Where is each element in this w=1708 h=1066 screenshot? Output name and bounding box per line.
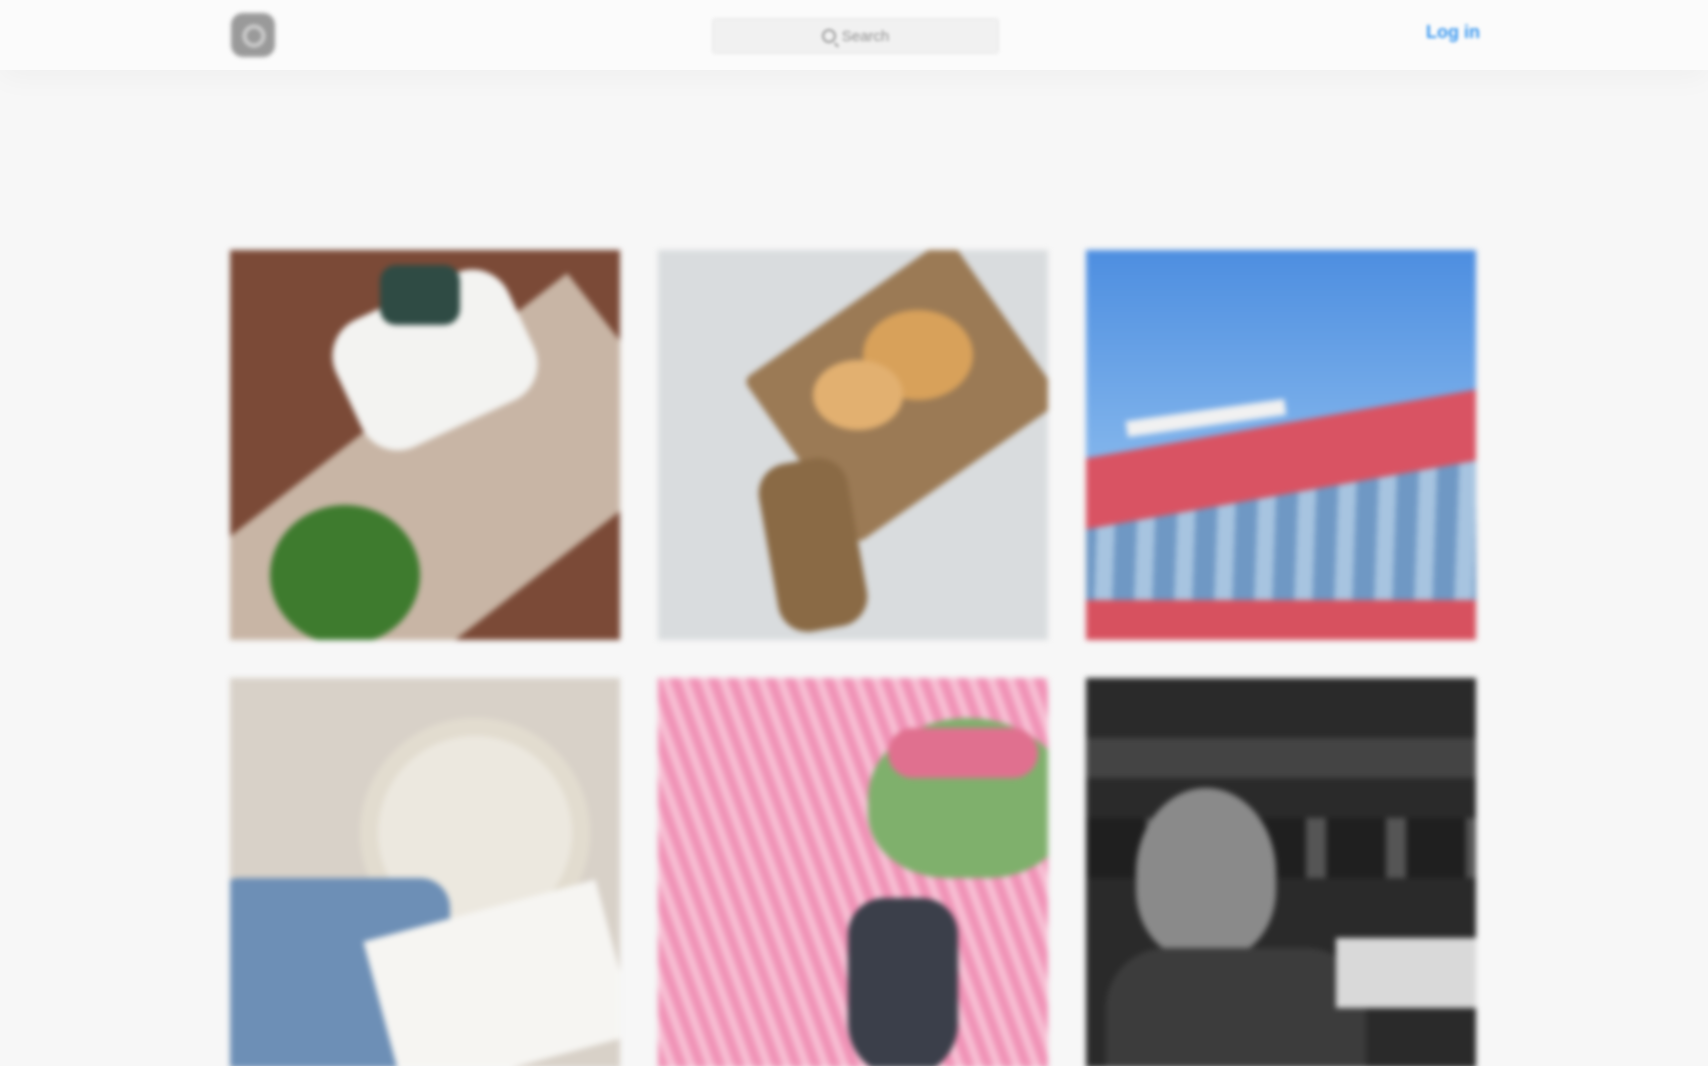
top-navigation-bar: Search Log in xyxy=(0,0,1708,70)
photo-grid xyxy=(230,250,1477,1066)
photo-tile-building-sky[interactable] xyxy=(1086,250,1476,640)
tile-shape xyxy=(1086,738,1476,778)
tile-shape xyxy=(380,265,460,325)
tile-shape xyxy=(270,505,420,640)
photo-tile-legs-plant[interactable] xyxy=(230,250,620,640)
page: Search Log in xyxy=(0,0,1708,1066)
photo-tile-croissants-board[interactable] xyxy=(658,250,1048,640)
login-link[interactable]: Log in xyxy=(1400,22,1480,43)
tile-shape xyxy=(848,898,958,1066)
tile-shape xyxy=(1086,600,1476,640)
search-icon xyxy=(821,29,836,43)
camera-logo-icon[interactable] xyxy=(231,13,275,57)
tile-shape xyxy=(888,728,1038,778)
tile-shape xyxy=(1136,788,1276,958)
photo-tile-pink-dress-tulips[interactable] xyxy=(658,678,1048,1066)
photo-tile-rattan-bag[interactable] xyxy=(230,678,620,1066)
photo-tile-bw-cinema[interactable] xyxy=(1086,678,1476,1066)
tile-shape xyxy=(813,360,903,430)
tile-shape xyxy=(1336,938,1476,1008)
tile-shape xyxy=(1106,948,1366,1066)
search-placeholder: Search xyxy=(841,27,890,45)
search-input[interactable]: Search xyxy=(712,18,999,54)
